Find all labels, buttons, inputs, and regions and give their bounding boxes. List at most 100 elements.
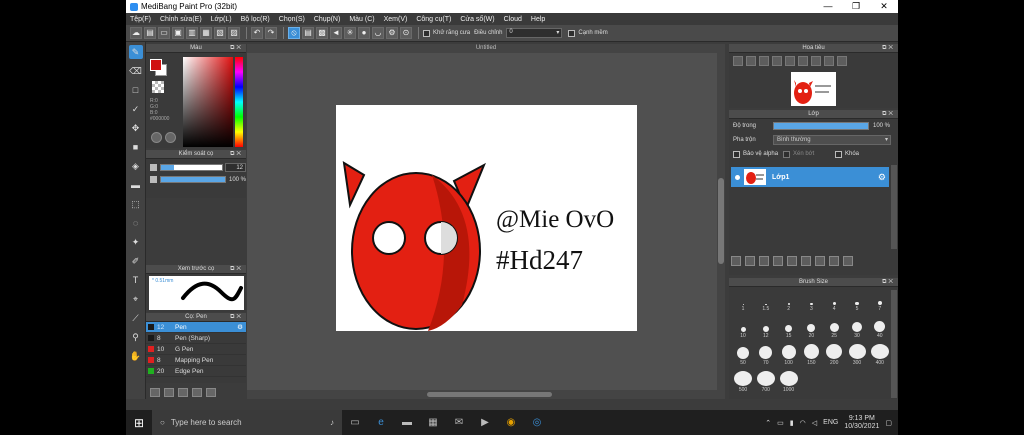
- menu-select[interactable]: Chọn(S): [279, 16, 305, 23]
- new-1bit-layer-icon[interactable]: [773, 256, 783, 266]
- antialias-option[interactable]: Khử răng cưa: [423, 29, 470, 37]
- rotate-left-icon[interactable]: [785, 56, 795, 66]
- brush-item-pen[interactable]: 12 Pen ⚙: [146, 322, 246, 333]
- new-halftone-layer-icon[interactable]: [745, 256, 755, 266]
- new-layer-icon[interactable]: [731, 256, 741, 266]
- layer-scrollbar[interactable]: [891, 165, 897, 249]
- language-indicator[interactable]: ENG: [823, 419, 838, 426]
- panel-buttons[interactable]: ⧉✕: [230, 44, 243, 53]
- dot-tool-icon[interactable]: ✓: [129, 102, 143, 116]
- menu-view[interactable]: Xem(V): [384, 16, 408, 23]
- brush-size-option[interactable]: 1000: [778, 371, 800, 393]
- gear-icon[interactable]: ⚙: [878, 172, 886, 183]
- duplicate-layer-icon[interactable]: [815, 256, 825, 266]
- volume-icon[interactable]: ◁: [812, 419, 817, 427]
- fit-icon[interactable]: [759, 56, 769, 66]
- brush-size-slider[interactable]: [159, 164, 223, 171]
- page-icon[interactable]: ▥: [186, 27, 198, 39]
- opacity-slider[interactable]: [160, 176, 226, 183]
- operation-tool-icon[interactable]: ⌖: [129, 292, 143, 306]
- task-view-icon[interactable]: ▭: [342, 410, 368, 435]
- antialias-checkbox[interactable]: [423, 29, 430, 37]
- menu-filter[interactable]: Bộ lọc(R): [241, 16, 270, 23]
- color-history-icon[interactable]: [165, 132, 176, 143]
- reset-rotation-icon[interactable]: [811, 56, 821, 66]
- brush-size-option[interactable]: 4: [823, 290, 845, 312]
- canvas-paper[interactable]: @Mie OvO #Hd247: [336, 105, 637, 331]
- grayscale-icon[interactable]: [837, 56, 847, 66]
- protect-alpha-checkbox[interactable]: [733, 150, 740, 158]
- panel-buttons[interactable]: ⧉✕: [882, 110, 895, 119]
- new-file-icon[interactable]: ▤: [144, 27, 156, 39]
- gradient-tool-icon[interactable]: ▬: [129, 178, 143, 192]
- correction-select[interactable]: 0: [506, 28, 563, 38]
- move-tool-icon[interactable]: ✥: [129, 121, 143, 135]
- edge-browser-icon[interactable]: e: [368, 410, 394, 435]
- brush-size-option[interactable]: 5: [846, 290, 868, 312]
- brush-size-option[interactable]: 1: [732, 290, 754, 312]
- brush-item-edge-pen[interactable]: 20 Edge Pen: [146, 366, 246, 377]
- brush-size-option[interactable]: 100: [778, 344, 800, 366]
- brush-size-value[interactable]: 12: [224, 163, 246, 172]
- brush-size-option[interactable]: 30: [846, 317, 868, 339]
- notification-icon[interactable]: ▢: [885, 419, 892, 427]
- snap-off-icon[interactable]: ⦸: [288, 27, 300, 39]
- lock-checkbox[interactable]: [835, 150, 842, 158]
- blend-mode-select[interactable]: Bình thường: [773, 135, 891, 145]
- menu-layer[interactable]: Lớp(L): [211, 16, 232, 23]
- battery-icon[interactable]: ▮: [790, 419, 794, 427]
- layer-item[interactable]: Lớp1 ⚙: [731, 167, 889, 187]
- brush-item-pen-sharp[interactable]: 8 Pen (Sharp): [146, 333, 246, 344]
- brush-item-mapping-pen[interactable]: 8 Mapping Pen: [146, 355, 246, 366]
- layer-opacity-slider[interactable]: [773, 122, 869, 130]
- chat-icon[interactable]: ▭: [158, 27, 170, 39]
- brush-copy-icon[interactable]: [192, 387, 202, 397]
- taskbar-clock[interactable]: 9:13 PM 10/30/2021: [844, 415, 879, 431]
- select-tool-icon[interactable]: ⬚: [129, 197, 143, 211]
- menu-snap[interactable]: Chụp(N): [314, 16, 340, 23]
- brush-size-option[interactable]: 50: [732, 344, 754, 366]
- brush-settings-icon[interactable]: [178, 387, 188, 397]
- brush-open-icon[interactable]: [206, 387, 216, 397]
- brush-size-option[interactable]: 300: [846, 344, 868, 366]
- layer-settings-icon[interactable]: [829, 256, 839, 266]
- file-explorer-icon[interactable]: ▬: [394, 410, 420, 435]
- navigator-thumbnail[interactable]: [791, 72, 836, 106]
- vertical-scrollbar[interactable]: [717, 53, 725, 390]
- medibang-taskbar-icon[interactable]: ◎: [524, 410, 550, 435]
- merge-down-icon[interactable]: [801, 256, 811, 266]
- curve-snap-icon[interactable]: ◡: [372, 27, 384, 39]
- menu-color[interactable]: Màu (C): [349, 16, 374, 23]
- gear-icon[interactable]: ⚙: [237, 323, 243, 331]
- shape-tool-icon[interactable]: □: [129, 83, 143, 97]
- brush-item-g-pen[interactable]: 10 G Pen: [146, 344, 246, 355]
- brush-size-option[interactable]: 25: [823, 317, 845, 339]
- menu-cloud[interactable]: Cloud: [504, 16, 522, 23]
- mail-icon[interactable]: ✉: [446, 410, 472, 435]
- hue-slider[interactable]: [235, 57, 243, 147]
- brush-size-option[interactable]: 3: [800, 290, 822, 312]
- fill-rect-tool-icon[interactable]: ■: [129, 140, 143, 154]
- brush-size-option[interactable]: 70: [755, 344, 777, 366]
- clipping-checkbox[interactable]: [783, 150, 790, 158]
- minimize-button[interactable]: —: [814, 1, 842, 12]
- menu-tools[interactable]: Công cụ(T): [416, 16, 451, 23]
- panel-buttons[interactable]: ⧉✕: [230, 313, 243, 322]
- actual-size-icon[interactable]: [772, 56, 782, 66]
- brush-size-scrollbar[interactable]: [891, 290, 897, 398]
- camera-icon[interactable]: ▶: [472, 410, 498, 435]
- layer-folder-icon[interactable]: [787, 256, 797, 266]
- menu-help[interactable]: Help: [531, 16, 545, 23]
- brush-tool-icon[interactable]: ✎: [128, 45, 143, 59]
- grid-icon[interactable]: ▧: [214, 27, 226, 39]
- brush-size-option[interactable]: 150: [800, 344, 822, 366]
- redo-icon[interactable]: ↷: [265, 27, 277, 39]
- zoom-out-icon[interactable]: [746, 56, 756, 66]
- windows-start-icon[interactable]: ⊞: [126, 410, 152, 435]
- panel-buttons[interactable]: ⧉✕: [882, 44, 895, 53]
- microphone-icon[interactable]: ♪: [330, 418, 334, 427]
- brush-folder-icon[interactable]: [164, 387, 174, 397]
- brush-size-option[interactable]: 400: [869, 344, 891, 366]
- save-icon[interactable]: ▣: [172, 27, 184, 39]
- brush-size-option[interactable]: 2: [778, 290, 800, 312]
